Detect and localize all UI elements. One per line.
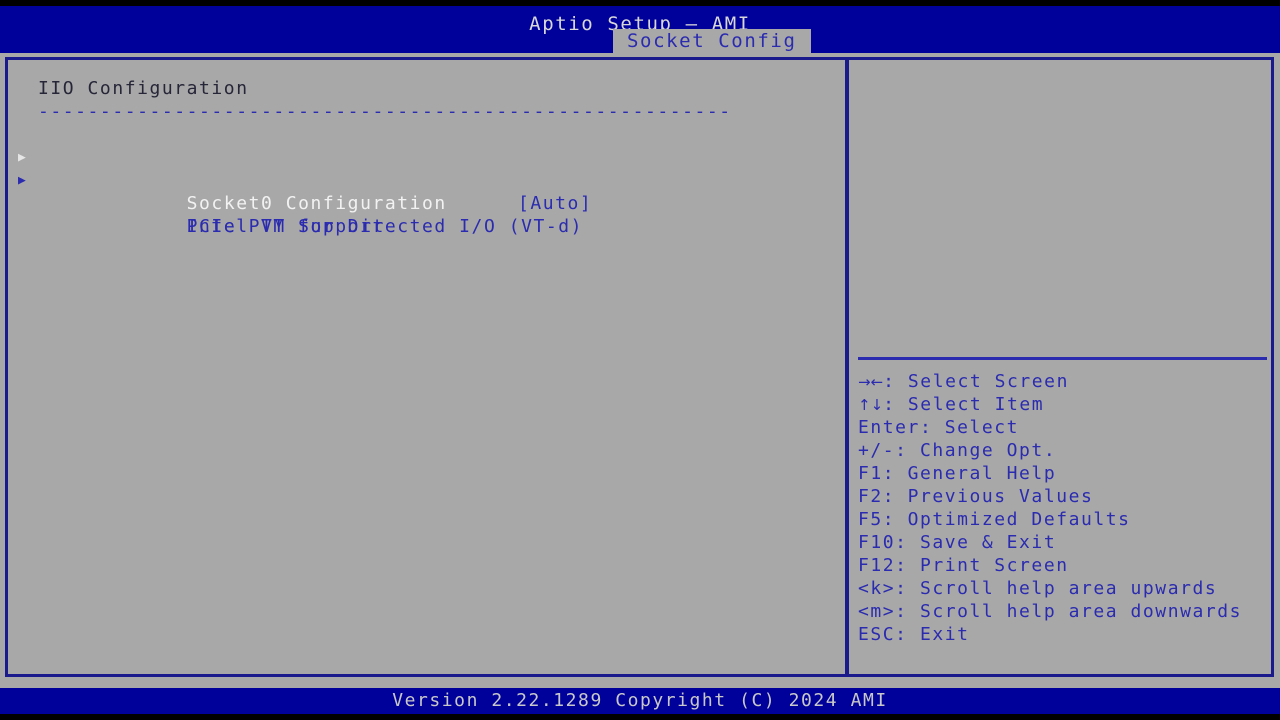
key-action: General Help xyxy=(907,463,1057,484)
help-description xyxy=(858,67,1266,354)
key-sep: : xyxy=(883,371,908,392)
key-sep: : xyxy=(895,532,920,553)
menu-item-value[interactable]: [Auto] xyxy=(518,192,592,215)
key-legend-row: +/-: Change Opt. xyxy=(858,439,1268,462)
key-name: ESC xyxy=(858,624,896,645)
key-name: Enter xyxy=(858,417,920,438)
menu-item-socket0-configuration[interactable]: ▶ Socket0 Configuration xyxy=(18,146,838,214)
submenu-arrow-icon: ▶ xyxy=(18,173,28,188)
key-action: Save & Exit xyxy=(919,532,1057,553)
key-sep: : xyxy=(895,440,920,461)
key-action: Select Item xyxy=(907,394,1045,415)
key-sep: : xyxy=(882,463,908,484)
key-legend-row: F12: Print Screen xyxy=(858,554,1268,577)
settings-panel: IIO Configuration ----------------------… xyxy=(8,57,845,677)
key-action: Optimized Defaults xyxy=(907,509,1131,530)
help-separator xyxy=(858,357,1267,360)
key-name: +/- xyxy=(858,440,896,461)
bios-setup-screen: Aptio Setup – AMI Socket Config IIO Conf… xyxy=(0,0,1280,720)
arrow-left-right-icon: →← xyxy=(858,373,884,391)
key-name: F10 xyxy=(858,532,896,553)
key-sep: : xyxy=(882,486,908,507)
key-sep: : xyxy=(883,394,908,415)
key-sep: : xyxy=(895,601,920,622)
arrow-up-down-icon: ↑↓ xyxy=(858,396,884,414)
help-panel: →←: Select Screen ↑↓: Select Item Enter:… xyxy=(849,57,1274,677)
key-action: Previous Values xyxy=(907,486,1094,507)
footer-bar: Version 2.22.1289 Copyright (C) 2024 AMI xyxy=(0,688,1280,714)
key-name: F12 xyxy=(858,555,896,576)
key-name: F1 xyxy=(858,463,883,484)
key-legend-row: ↑↓: Select Item xyxy=(858,393,1268,416)
key-sep: : xyxy=(895,578,920,599)
key-legend-row: F10: Save & Exit xyxy=(858,531,1268,554)
version-text: Version 2.22.1289 Copyright (C) 2024 AMI xyxy=(392,690,888,711)
key-legend: →←: Select Screen ↑↓: Select Item Enter:… xyxy=(858,370,1268,646)
key-sep: : xyxy=(882,509,908,530)
key-action: Select xyxy=(944,417,1020,438)
page-title: IIO Configuration xyxy=(38,78,249,99)
key-sep: : xyxy=(895,555,920,576)
menu-item-intel-vt-for-directed-io[interactable]: ▶ Intel VT for Directed I/O (VT-d) xyxy=(18,169,838,237)
key-action: Change Opt. xyxy=(919,440,1057,461)
content-frame: IIO Configuration ----------------------… xyxy=(0,53,1280,688)
key-name: <m> xyxy=(858,601,896,622)
key-action: Scroll help area downwards xyxy=(919,601,1243,622)
key-legend-row: ESC: Exit xyxy=(858,623,1268,646)
key-legend-row: F1: General Help xyxy=(858,462,1268,485)
key-sep: : xyxy=(895,624,920,645)
key-name: F5 xyxy=(858,509,883,530)
key-legend-row: →←: Select Screen xyxy=(858,370,1268,393)
key-legend-row: <k>: Scroll help area upwards xyxy=(858,577,1268,600)
menu-item-pcie-ptm-support[interactable]: PCIe PTM Support [Auto] xyxy=(38,192,838,237)
key-action: Print Screen xyxy=(919,555,1069,576)
section-separator: ----------------------------------------… xyxy=(38,101,732,122)
key-action: Select Screen xyxy=(907,371,1069,392)
tab-socket-config[interactable]: Socket Config xyxy=(613,29,811,53)
key-legend-row: Enter: Select xyxy=(858,416,1268,439)
settings-list: ▶ Socket0 Configuration ▶ Intel VT for D… xyxy=(18,146,838,237)
key-sep: : xyxy=(919,417,945,438)
key-legend-row: <m>: Scroll help area downwards xyxy=(858,600,1268,623)
submenu-arrow-icon: ▶ xyxy=(18,150,28,165)
key-name: F2 xyxy=(858,486,883,507)
tab-strip: Socket Config xyxy=(613,29,811,53)
key-action: Scroll help area upwards xyxy=(919,578,1218,599)
key-action: Exit xyxy=(919,624,970,645)
key-name: <k> xyxy=(858,578,896,599)
key-legend-row: F2: Previous Values xyxy=(858,485,1268,508)
menu-item-label: PCIe PTM Support xyxy=(186,216,385,237)
key-legend-row: F5: Optimized Defaults xyxy=(858,508,1268,531)
